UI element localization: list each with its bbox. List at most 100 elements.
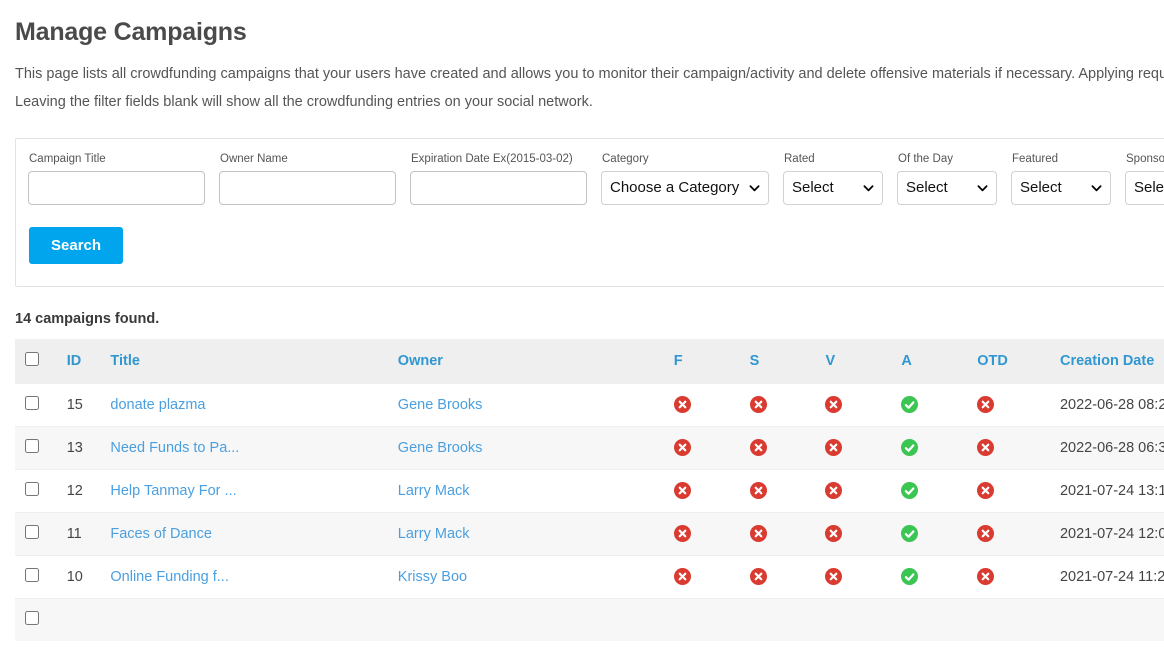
cell-id: 12: [58, 468, 103, 513]
column-header-v[interactable]: V: [817, 338, 894, 384]
rated-label: Rated: [784, 152, 815, 165]
sponsored-label: Sponsored: [1126, 152, 1164, 165]
sort-a-link[interactable]: A: [901, 353, 911, 369]
row-select-checkbox[interactable]: [25, 395, 39, 410]
sort-s-link[interactable]: S: [750, 353, 760, 369]
category-select[interactable]: Choose a Category: [601, 170, 769, 205]
rated-select[interactable]: Select: [783, 170, 883, 205]
featured-select[interactable]: Select: [1011, 170, 1111, 205]
filter-panel: Campaign Title Owner Name Expiration Dat…: [15, 137, 1164, 287]
row-select-checkbox[interactable]: [25, 524, 39, 539]
campaign-title-link[interactable]: Help Tanmay For ...: [110, 483, 236, 499]
results-count: 14 campaigns found.: [15, 310, 160, 327]
sort-otd-link[interactable]: OTD: [977, 353, 1008, 369]
row-select-checkbox[interactable]: [25, 481, 39, 496]
of-the-day-select-wrap: Select: [897, 170, 997, 205]
row-select-checkbox[interactable]: [25, 438, 39, 453]
sort-creation-date-link[interactable]: Creation Date: [1060, 353, 1154, 369]
campaign-title-input[interactable]: [28, 170, 205, 205]
status-no-icon: [673, 481, 691, 499]
owner-name-input[interactable]: [219, 170, 396, 205]
featured-label: Featured: [1012, 152, 1059, 165]
cell-active: [893, 554, 970, 599]
owner-link[interactable]: Larry Mack: [398, 483, 470, 499]
page-container: Manage Campaigns This page lists all cro…: [0, 18, 1164, 641]
table-row: 11 Faces of Dance Larry Mack 2021-07-24 12:…: [15, 511, 1164, 556]
column-header-otd[interactable]: OTD: [969, 338, 1052, 384]
sort-v-link[interactable]: V: [825, 353, 835, 369]
owner-link[interactable]: Larry Mack: [398, 526, 470, 542]
status-no-icon: [673, 395, 691, 413]
status-no-icon: [825, 395, 843, 413]
description-line-2: Leaving the filter fields blank will sho…: [15, 94, 593, 111]
cell-featured: [665, 511, 742, 556]
column-header-f[interactable]: F: [665, 338, 742, 384]
featured-select-wrap: Select: [1011, 170, 1111, 205]
table-row: 15 donate plazma Gene Brooks 2022-06-28 08:…: [15, 382, 1164, 427]
cell-owner: Gene Brooks: [389, 425, 666, 470]
field-rated: Rated Select: [783, 153, 883, 205]
owner-link[interactable]: Gene Brooks: [398, 440, 483, 456]
of-the-day-label: Of the Day: [898, 152, 953, 165]
page-description: This page lists all crowdfunding campaig…: [15, 63, 1164, 114]
campaign-title-link[interactable]: Online Funding f...: [110, 569, 229, 585]
column-header-creation-date[interactable]: Creation Date: [1051, 338, 1164, 384]
cell-verified: [817, 511, 894, 556]
field-owner-name: Owner Name: [219, 153, 396, 205]
column-header-s[interactable]: S: [741, 338, 818, 384]
sort-f-link[interactable]: F: [674, 353, 683, 369]
cell-featured: [665, 554, 742, 599]
sort-id-link[interactable]: ID: [67, 353, 82, 369]
sponsored-select[interactable]: Select: [1125, 170, 1164, 205]
field-campaign-title: Campaign Title: [28, 153, 205, 205]
row-select-cell: [15, 382, 59, 427]
table-row: 13 Need Funds to Pa... Gene Brooks 2022-06-…: [15, 425, 1164, 470]
cell-title: Help Tanmay For ...: [102, 468, 390, 513]
cell-id: 10: [58, 554, 103, 599]
cell-title: Faces of Dance: [102, 511, 390, 556]
status-no-icon: [749, 567, 767, 585]
of-the-day-select[interactable]: Select: [897, 170, 997, 205]
status-yes-icon: [901, 438, 919, 456]
cell-featured: [665, 382, 742, 427]
cell-creation-date: 2021-07-24 11:27:20: [1051, 554, 1164, 599]
cell-of-the-day: [969, 554, 1052, 599]
cell-id: 11: [58, 511, 103, 556]
cell-verified: [817, 468, 894, 513]
row-select-checkbox[interactable]: [25, 610, 39, 625]
category-label: Category: [602, 152, 649, 165]
search-button[interactable]: Search: [29, 226, 124, 264]
status-no-icon: [825, 481, 843, 499]
column-header-owner[interactable]: Owner: [389, 338, 666, 384]
expiration-date-input[interactable]: [410, 170, 587, 205]
sort-title-link[interactable]: Title: [110, 353, 140, 369]
cell-sponsored: [741, 382, 818, 427]
field-of-the-day: Of the Day Select: [897, 153, 997, 205]
cell-title: donate plazma: [102, 382, 390, 427]
status-no-icon: [825, 438, 843, 456]
campaign-title-link[interactable]: Need Funds to Pa...: [110, 440, 239, 456]
cell-verified: [817, 554, 894, 599]
owner-link[interactable]: Krissy Boo: [398, 569, 467, 585]
expiration-date-label: Expiration Date Ex(2015-03-02): [411, 152, 573, 165]
column-header-a[interactable]: A: [893, 338, 970, 384]
campaign-title-link[interactable]: donate plazma: [110, 397, 205, 413]
row-select-checkbox[interactable]: [25, 567, 39, 582]
campaign-title-label: Campaign Title: [29, 152, 106, 165]
status-yes-icon: [901, 481, 919, 499]
sort-owner-link[interactable]: Owner: [398, 353, 443, 369]
cell-sponsored: [741, 468, 818, 513]
cell-active: [893, 425, 970, 470]
field-featured: Featured Select: [1011, 153, 1111, 205]
status-no-icon: [977, 438, 995, 456]
campaign-title-link[interactable]: Faces of Dance: [110, 526, 212, 542]
column-header-title[interactable]: Title: [102, 338, 390, 384]
page-title: Manage Campaigns: [15, 18, 247, 46]
owner-link[interactable]: Gene Brooks: [398, 397, 483, 413]
column-header-id[interactable]: ID: [58, 338, 103, 384]
field-sponsored: Sponsored Select: [1125, 153, 1164, 205]
select-all-checkbox[interactable]: [25, 351, 39, 366]
field-category: Category Choose a Category: [601, 153, 769, 205]
table-body: 15 donate plazma Gene Brooks 2022-06-28 08:…: [15, 382, 1164, 641]
cell-owner: Larry Mack: [389, 511, 666, 556]
